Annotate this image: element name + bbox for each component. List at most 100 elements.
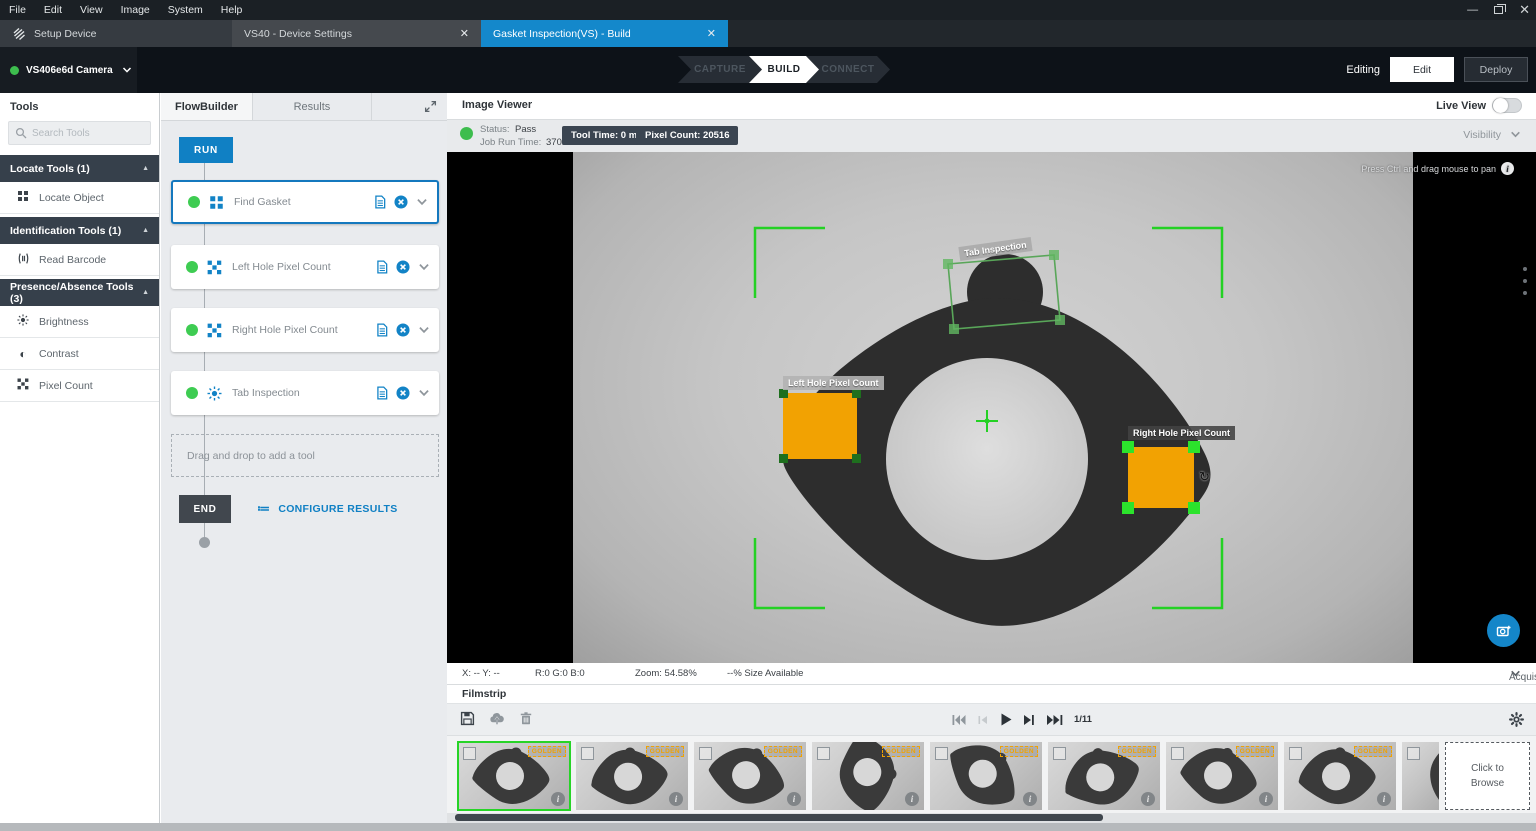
run-button[interactable]: RUN [179, 137, 233, 163]
skip-first-icon[interactable] [952, 714, 967, 726]
remove-step-icon[interactable] [394, 195, 408, 209]
expand-panel-icon[interactable] [414, 93, 447, 120]
document-icon[interactable] [375, 260, 389, 274]
close-icon[interactable]: ✕ [1519, 2, 1530, 18]
tab-device-settings[interactable]: VS40 - Device Settings ✕ [232, 20, 481, 47]
thumbnail-checkbox[interactable] [581, 747, 594, 760]
section-identification-tools[interactable]: Identification Tools (1) ▲ [0, 217, 159, 244]
configure-results-link[interactable]: ≔ CONFIGURE RESULTS [257, 495, 398, 523]
remove-step-icon[interactable] [396, 386, 410, 400]
live-view-toggle[interactable] [1492, 98, 1522, 113]
flow-step-tab-inspection[interactable]: Tab Inspection [171, 371, 439, 415]
deploy-button[interactable]: Deploy [1464, 57, 1528, 82]
thumbnail-9-partial[interactable] [1402, 742, 1439, 810]
restore-icon[interactable] [1494, 6, 1503, 14]
visibility-dropdown[interactable]: Visibility [1463, 128, 1522, 141]
menu-edit[interactable]: Edit [35, 4, 71, 16]
search-input[interactable] [32, 128, 142, 139]
thumbnail-1-selected[interactable]: GOLDEN i [458, 742, 570, 810]
tool-pixel-count[interactable]: Pixel Count [0, 370, 159, 402]
minimize-icon[interactable]: — [1467, 4, 1478, 16]
click-to-browse-button[interactable]: Click to Browse [1445, 742, 1530, 810]
tool-locate-object[interactable]: Locate Object [0, 182, 159, 214]
filmstrip-settings-gear-icon[interactable] [1509, 712, 1524, 727]
tab-results[interactable]: Results [252, 93, 372, 120]
upload-cloud-icon[interactable] [489, 711, 505, 726]
thumbnail-checkbox[interactable] [817, 747, 830, 760]
thumbnail-4[interactable]: GOLDEN i [812, 742, 924, 810]
info-icon[interactable]: i [905, 792, 919, 806]
chevron-down-icon[interactable] [415, 195, 429, 209]
menu-file[interactable]: File [0, 4, 35, 16]
info-icon[interactable]: i [787, 792, 801, 806]
previous-frame-icon[interactable] [978, 714, 989, 726]
menu-system[interactable]: System [159, 4, 212, 16]
menu-help[interactable]: Help [212, 4, 252, 16]
chevron-down-icon[interactable] [417, 260, 431, 274]
section-presence-absence-tools[interactable]: Presence/Absence Tools (3) ▲ [0, 279, 159, 306]
canvas-options-dots[interactable] [1523, 267, 1527, 295]
snapshot-button[interactable] [1487, 614, 1520, 647]
tool-brightness[interactable]: Brightness [0, 306, 159, 338]
thumbnail-checkbox[interactable] [935, 747, 948, 760]
edit-button[interactable]: Edit [1390, 57, 1454, 82]
tool-dropzone[interactable]: Drag and drop to add a tool [171, 434, 439, 477]
thumbnail-checkbox[interactable] [1053, 747, 1066, 760]
step-capture[interactable]: CAPTURE [678, 56, 762, 83]
left-hole-roi-label[interactable]: Left Hole Pixel Count [783, 376, 884, 390]
device-bar: VS406e6d Camera CAPTURE BUILD CONNECT Ed… [0, 47, 1536, 93]
camera-selector[interactable]: VS406e6d Camera [0, 47, 137, 93]
tab-gasket-build-close-icon[interactable]: ✕ [697, 27, 716, 40]
remove-step-icon[interactable] [396, 323, 410, 337]
flow-step-right-hole-pixel-count[interactable]: Right Hole Pixel Count [171, 308, 439, 352]
camera-status-dot [10, 66, 19, 75]
thumbnail-checkbox[interactable] [463, 747, 476, 760]
thumbnail-checkbox[interactable] [1407, 747, 1420, 760]
info-icon[interactable]: i [1501, 162, 1514, 175]
menu-image[interactable]: Image [112, 4, 159, 16]
save-icon[interactable] [460, 711, 475, 726]
thumbnail-5[interactable]: GOLDEN i [930, 742, 1042, 810]
tab-setup-device[interactable]: Setup Device [0, 20, 232, 47]
thumbnail-checkbox[interactable] [1289, 747, 1302, 760]
thumbnail-3[interactable]: GOLDEN i [694, 742, 806, 810]
info-icon[interactable]: i [1259, 792, 1273, 806]
document-icon[interactable] [375, 323, 389, 337]
tab-gasket-build[interactable]: Gasket Inspection(VS) - Build ✕ [481, 20, 728, 47]
play-icon[interactable] [1000, 713, 1012, 726]
thumbnail-7[interactable]: GOLDEN i [1166, 742, 1278, 810]
trash-icon[interactable] [519, 711, 533, 726]
thumbnail-checkbox[interactable] [699, 747, 712, 760]
scrollbar-thumb[interactable] [455, 814, 1103, 821]
thumbnail-8[interactable]: GOLDEN i [1284, 742, 1396, 810]
thumbnail-2[interactable]: GOLDEN i [576, 742, 688, 810]
search-box[interactable] [8, 121, 151, 145]
acquisition-dropdown[interactable]: Acquisition [1509, 667, 1522, 680]
chevron-down-icon[interactable] [417, 386, 431, 400]
info-icon[interactable]: i [551, 792, 565, 806]
tool-read-barcode[interactable]: Read Barcode [0, 244, 159, 276]
size-available-readout: --% Size Available [727, 668, 803, 679]
right-hole-roi-label[interactable]: Right Hole Pixel Count [1128, 426, 1235, 440]
chevron-down-icon[interactable] [417, 323, 431, 337]
flow-step-find-gasket[interactable]: Find Gasket [171, 180, 439, 224]
tool-contrast[interactable]: ◐ Contrast [0, 338, 159, 370]
info-icon[interactable]: i [1141, 792, 1155, 806]
tab-device-settings-close-icon[interactable]: ✕ [450, 27, 469, 40]
thumbnail-6[interactable]: GOLDEN i [1048, 742, 1160, 810]
skip-last-icon[interactable] [1046, 714, 1063, 726]
section-locate-tools[interactable]: Locate Tools (1) ▲ [0, 155, 159, 182]
info-icon[interactable]: i [669, 792, 683, 806]
tab-flowbuilder[interactable]: FlowBuilder [161, 93, 252, 120]
menu-view[interactable]: View [71, 4, 112, 16]
thumbnail-checkbox[interactable] [1171, 747, 1184, 760]
info-icon[interactable]: i [1377, 792, 1391, 806]
filmstrip-scrollbar[interactable] [447, 813, 1536, 823]
flow-step-left-hole-pixel-count[interactable]: Left Hole Pixel Count [171, 245, 439, 289]
image-canvas[interactable]: Tab Inspection Left Hole Pixel Count Rig… [447, 152, 1536, 663]
document-icon[interactable] [373, 195, 387, 209]
info-icon[interactable]: i [1023, 792, 1037, 806]
next-frame-icon[interactable] [1023, 714, 1035, 726]
remove-step-icon[interactable] [396, 260, 410, 274]
document-icon[interactable] [375, 386, 389, 400]
